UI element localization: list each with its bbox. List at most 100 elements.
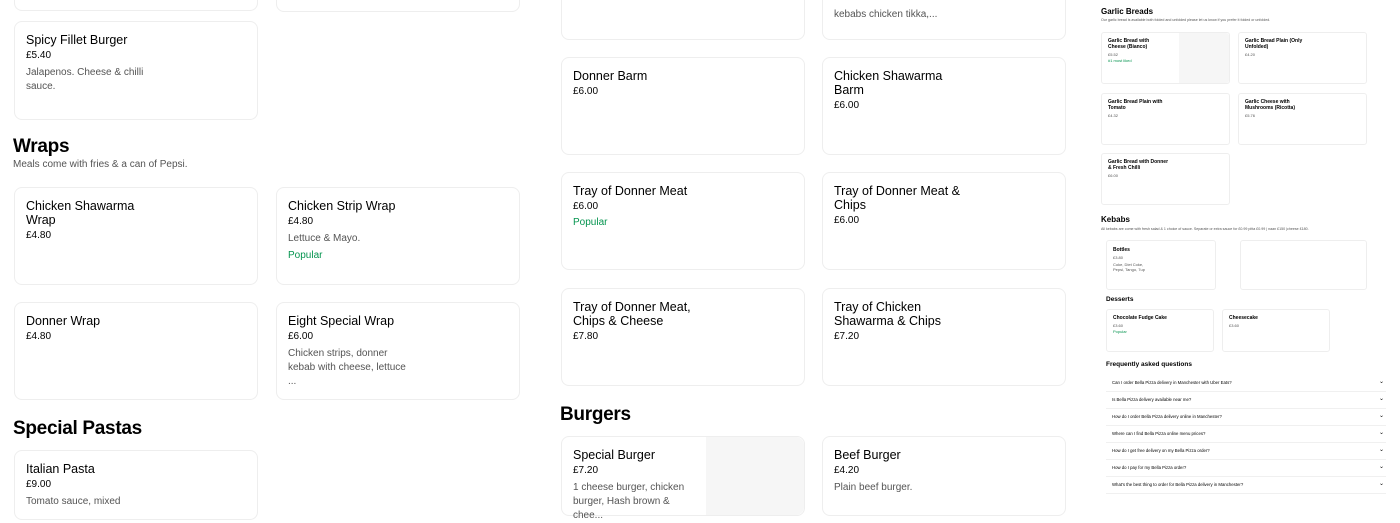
item-name: Tray of Donner Meat & Chips (834, 184, 960, 212)
menu-item-card[interactable]: Tray of Donner Meat £6.00 Popular (561, 172, 805, 270)
item-name: Donner Barm (573, 69, 648, 83)
menu-item-card[interactable]: Chicken Strip Wrap £4.80 Lettuce & Mayo.… (276, 187, 520, 285)
item-price: £4.20 (834, 465, 860, 476)
menu-item-card[interactable]: kebabs chicken tikka,... (822, 0, 1066, 40)
item-price: £5.76 (1245, 113, 1256, 118)
item-description: Chicken strips, donner kebab with cheese… (288, 348, 406, 387)
item-name: Garlic Bread Plain (Only Unfolded) (1245, 38, 1303, 50)
menu-item-card[interactable] (561, 0, 805, 40)
food-image (706, 437, 804, 515)
section-title-desserts: Desserts (1106, 296, 1134, 303)
item-name: Donner Wrap (26, 314, 101, 328)
menu-item-card[interactable]: Beef Burger £4.20 Plain beef burger. (822, 436, 1066, 516)
faq-question: What's the best thing to order for Bella… (1112, 482, 1244, 487)
item-price: £5.40 (26, 50, 52, 61)
item-price: £6.00 (573, 86, 599, 97)
section-subtitle-kebabs: All kebabs are come with fresh salad & 1… (1101, 227, 1309, 231)
section-title-burgers: Burgers (560, 404, 631, 425)
menu-item-card[interactable]: Tray of Donner Meat, Chips & Cheese £7.8… (561, 288, 805, 386)
item-name: Tray of Donner Meat (573, 184, 688, 198)
menu-item-card[interactable]: Tray of Chicken Shawarma & Chips £7.20 (822, 288, 1066, 386)
menu-item-card[interactable] (14, 0, 258, 11)
item-name: Chicken Shawarma Barm (834, 69, 943, 97)
menu-item-card[interactable]: Garlic Bread with Donner & Fresh Chilli … (1101, 153, 1230, 205)
faq-question: Can I order Bella Pizza delivery in Manc… (1112, 380, 1232, 385)
popular-badge: Popular (1113, 329, 1127, 334)
menu-item-card[interactable]: Italian Pasta £9.00 Tomato sauce, mixed (14, 450, 258, 520)
item-description: Plain beef burger. (834, 482, 913, 493)
chevron-down-icon: ⌄ (1378, 379, 1384, 385)
item-name: Beef Burger (834, 448, 901, 462)
popular-badge: Popular (288, 250, 323, 261)
chevron-down-icon: ⌄ (1378, 481, 1384, 487)
item-price: £6.00 (834, 215, 860, 226)
popular-badge: Popular (573, 217, 608, 228)
item-price: £3.60 (1229, 323, 1240, 328)
item-price: £4.80 (288, 216, 314, 227)
menu-item-card[interactable]: Chicken Shawarma Wrap £4.80 (14, 187, 258, 285)
menu-item-card[interactable] (276, 0, 520, 12)
item-price: £6.00 (288, 331, 314, 342)
chevron-down-icon: ⌄ (1378, 447, 1384, 453)
faq-title: Frequently asked questions (1106, 361, 1192, 368)
item-price: £4.80 (26, 331, 52, 342)
faq-question: How do I pay for my Bella Pizza order? (1112, 465, 1187, 470)
item-name: Bottles (1113, 247, 1130, 253)
item-name: Garlic Bread Plain with Tomato (1108, 99, 1163, 111)
item-name: Tray of Chicken Shawarma & Chips (834, 300, 941, 328)
menu-item-card[interactable]: Eight Special Wrap £6.00 Chicken strips,… (276, 302, 520, 400)
item-name: Garlic Cheese with Mushrooms (Ricotta) (1245, 99, 1295, 111)
section-subtitle-wraps: Meals come with fries & a can of Pepsi. (13, 159, 188, 170)
item-description: Coke, Diet Coke, Pepsi, Tango, 7up (1113, 262, 1145, 272)
faq-item[interactable]: How do I pay for my Bella Pizza order? ⌄ (1106, 460, 1386, 477)
item-description: Jalapenos. Cheese & chilli sauce. (26, 67, 144, 92)
item-price: £3.80 (1113, 255, 1124, 260)
item-price: £3.60 (1113, 323, 1124, 328)
item-name: Chicken Strip Wrap (288, 199, 396, 213)
menu-item-card[interactable]: Special Burger £7.20 1 cheese burger, ch… (561, 436, 805, 521)
item-description: kebabs chicken tikka,... (834, 9, 938, 20)
item-name: Spicy Fillet Burger (26, 33, 128, 47)
food-image (1179, 33, 1229, 83)
item-name: Tray of Donner Meat, Chips & Cheese (573, 300, 691, 328)
menu-item-card[interactable]: Donner Wrap £4.80 (14, 302, 258, 400)
menu-item-card[interactable]: Chocolate Fudge Cake £3.60 Popular (1106, 309, 1214, 352)
menu-item-card[interactable]: Chicken Shawarma Barm £6.00 (822, 57, 1066, 155)
faq-question: Where can I find Bella Pizza online menu… (1112, 431, 1206, 436)
menu-item-card[interactable]: Garlic Bread with Cheese (Bianco) £5.52 … (1101, 32, 1230, 84)
item-price: £6.00 (1108, 173, 1119, 178)
chevron-down-icon: ⌄ (1378, 396, 1384, 402)
menu-item-card[interactable]: Garlic Bread Plain with Tomato £4.32 (1101, 93, 1230, 145)
menu-item-card[interactable]: Bottles £3.80 Coke, Diet Coke, Pepsi, Ta… (1106, 240, 1216, 290)
menu-item-card[interactable]: Garlic Bread Plain (Only Unfolded) £4.20 (1238, 32, 1367, 84)
menu-item-card[interactable]: Tray of Donner Meat & Chips £6.00 (822, 172, 1066, 270)
faq-item[interactable]: Where can I find Bella Pizza online menu… (1106, 426, 1386, 443)
faq-item[interactable]: How do I order Bella Pizza delivery onli… (1106, 409, 1386, 426)
item-name: Cheesecake (1229, 315, 1258, 321)
section-title-pastas: Special Pastas (13, 418, 142, 439)
menu-item-card[interactable]: Donner Barm £6.00 (561, 57, 805, 155)
faq-item[interactable]: What's the best thing to order for Bella… (1106, 477, 1386, 494)
faq-item[interactable]: How do I get free delivery on my Bella P… (1106, 443, 1386, 460)
menu-item-card[interactable]: Cheesecake £3.60 (1222, 309, 1330, 352)
item-price: £4.80 (26, 230, 52, 241)
chevron-down-icon: ⌄ (1378, 413, 1384, 419)
section-title-kebabs: Kebabs (1101, 215, 1130, 224)
item-name: Italian Pasta (26, 462, 95, 476)
menu-item-card[interactable] (1240, 240, 1367, 290)
item-price: £4.20 (1245, 52, 1256, 57)
menu-item-card[interactable]: Spicy Fillet Burger £5.40 Jalapenos. Che… (14, 21, 258, 120)
menu-item-card[interactable]: Garlic Cheese with Mushrooms (Ricotta) £… (1238, 93, 1367, 145)
faq-question: How do I order Bella Pizza delivery onli… (1112, 414, 1222, 419)
faq-item[interactable]: Is Bella Pizza delivery available near m… (1106, 392, 1386, 409)
item-description: Tomato sauce, mixed (26, 496, 121, 507)
item-description: Lettuce & Mayo. (288, 233, 361, 244)
faq-question: How do I get free delivery on my Bella P… (1112, 448, 1210, 453)
section-title-garlic-breads: Garlic Breads (1101, 7, 1154, 16)
item-name: Chocolate Fudge Cake (1113, 315, 1167, 321)
item-name: Chicken Shawarma Wrap (26, 199, 135, 227)
chevron-down-icon: ⌄ (1378, 430, 1384, 436)
item-price: £6.00 (834, 100, 860, 111)
faq-item[interactable]: Can I order Bella Pizza delivery in Manc… (1106, 375, 1386, 392)
item-name: Eight Special Wrap (288, 314, 395, 328)
